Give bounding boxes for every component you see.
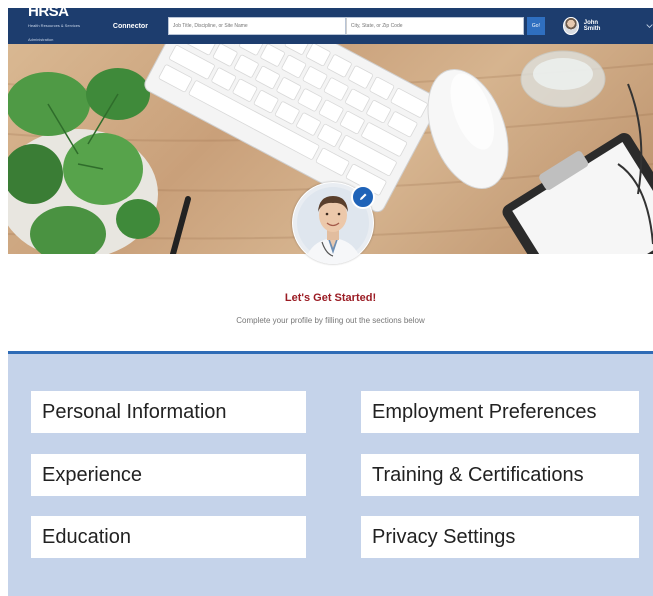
page-title: Let's Get Started!: [284, 292, 377, 304]
section-education[interactable]: Education: [31, 516, 306, 558]
top-nav-bar: HRSA Health Resources & Services Adminis…: [8, 3, 653, 47]
section-personal-information[interactable]: Personal Information: [31, 391, 306, 433]
hrsa-logo[interactable]: HRSA Health Resources & Services Adminis…: [28, 3, 97, 47]
logo-subtext: Health Resources & Services Administrati…: [28, 23, 81, 42]
go-button[interactable]: Go!: [526, 17, 545, 35]
job-search-input[interactable]: [167, 17, 346, 35]
page-subtitle: Complete your profile by filling out the…: [236, 316, 425, 325]
app-name: Connector: [112, 22, 148, 30]
profile-sections: Personal Information Employment Preferen…: [8, 354, 653, 596]
pencil-icon: [360, 193, 367, 200]
welcome-panel: Let's Get Started! Complete your profile…: [8, 254, 653, 351]
logo-text: HRSA: [28, 3, 69, 20]
user-menu[interactable]: John Smith: [562, 17, 612, 35]
section-experience[interactable]: Experience: [31, 454, 306, 496]
search-bar: Go!: [167, 16, 545, 36]
user-name: John Smith: [583, 20, 601, 32]
edit-photo-button[interactable]: [351, 185, 375, 209]
section-privacy-settings[interactable]: Privacy Settings: [361, 516, 639, 558]
section-employment-preferences[interactable]: Employment Preferences: [361, 391, 639, 433]
location-input[interactable]: [345, 17, 524, 35]
avatar: [562, 17, 579, 35]
chevron-down-icon[interactable]: [646, 22, 653, 30]
section-training-certifications[interactable]: Training & Certifications: [361, 454, 639, 496]
